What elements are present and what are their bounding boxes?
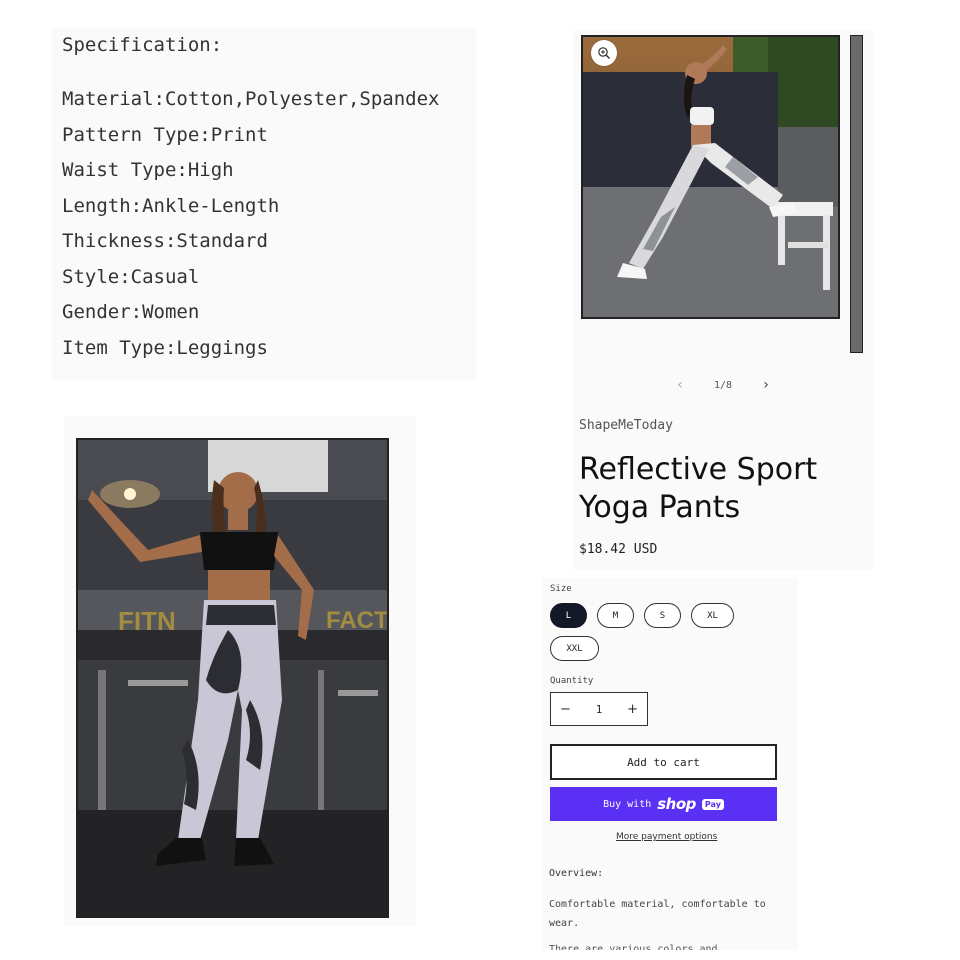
- product-photo-gym[interactable]: FITN FACT: [76, 438, 389, 918]
- size-options: L M S XL: [550, 603, 734, 628]
- zoom-button[interactable]: [591, 40, 617, 66]
- svg-text:FACT: FACT: [326, 607, 387, 634]
- more-payment-options-link[interactable]: More payment options: [616, 832, 717, 842]
- spec-item: Length:Ankle-Length: [62, 194, 280, 217]
- spec-item: Material:Cotton,Polyester,Spandex: [62, 88, 440, 110]
- specification-list: Material:Cotton,Polyester,Spandex Patter…: [62, 88, 440, 372]
- spec-item: Thickness:Standard: [62, 230, 268, 252]
- size-options-row-2: XXL: [550, 636, 599, 661]
- shop-pay-button[interactable]: Buy with shop Pay: [550, 787, 777, 821]
- shop-logo-text: shop: [657, 795, 696, 813]
- specification-panel: Specification: Material:Cotton,Polyester…: [52, 28, 476, 380]
- add-to-cart-button[interactable]: Add to cart: [550, 744, 777, 780]
- next-photo-peek[interactable]: [850, 35, 863, 353]
- gym-pose-image: FITN FACT: [78, 440, 387, 916]
- product-photo-main[interactable]: [581, 35, 840, 319]
- quantity-value[interactable]: 1: [596, 703, 603, 716]
- quantity-increase-button[interactable]: +: [627, 702, 638, 717]
- spec-item: Waist Type:High: [62, 159, 234, 181]
- product-photo-panel: FITN FACT: [64, 416, 416, 926]
- product-gallery: ‹ 1/8 › ShapeMeToday Reflective Sport Yo…: [573, 30, 873, 570]
- product-price: $18.42 USD: [579, 542, 658, 557]
- size-label: Size: [550, 584, 572, 594]
- overview-text: Comfortable material, comfortable to wea…: [549, 899, 766, 929]
- buy-with-label: Buy with: [603, 798, 652, 810]
- size-option-l[interactable]: L: [550, 603, 587, 628]
- spec-item: Pattern Type:Print: [62, 123, 268, 146]
- chevron-left-icon[interactable]: ‹: [673, 377, 687, 393]
- purchase-panel: Size L M S XL XXL Quantity − 1 + Add to …: [543, 578, 797, 950]
- overview-text-continued: There are various colors and: [549, 944, 718, 950]
- gallery-pager: ‹ 1/8 ›: [673, 376, 773, 394]
- product-title: Reflective Sport Yoga Pants: [579, 452, 818, 525]
- svg-text:FITN: FITN: [118, 606, 176, 636]
- spec-item: Item Type:Leggings: [62, 336, 268, 359]
- product-vendor: ShapeMeToday: [579, 418, 673, 433]
- yoga-pose-image: [583, 37, 838, 317]
- spec-item: Style:Casual: [62, 265, 200, 288]
- magnifier-plus-icon: [598, 47, 610, 59]
- spec-item: Gender:Women: [62, 301, 200, 323]
- gallery-count: 1/8: [713, 379, 733, 391]
- size-option-xxl[interactable]: XXL: [550, 636, 599, 661]
- pay-badge: Pay: [701, 798, 724, 810]
- overview-label: Overview:: [549, 868, 604, 879]
- specification-title: Specification:: [62, 34, 223, 56]
- size-option-m[interactable]: M: [597, 603, 634, 628]
- chevron-right-icon[interactable]: ›: [759, 377, 773, 393]
- quantity-label: Quantity: [550, 676, 594, 686]
- quantity-decrease-button[interactable]: −: [560, 702, 571, 717]
- size-option-xl[interactable]: XL: [691, 603, 734, 628]
- quantity-stepper: − 1 +: [550, 692, 648, 726]
- size-option-s[interactable]: S: [644, 603, 681, 628]
